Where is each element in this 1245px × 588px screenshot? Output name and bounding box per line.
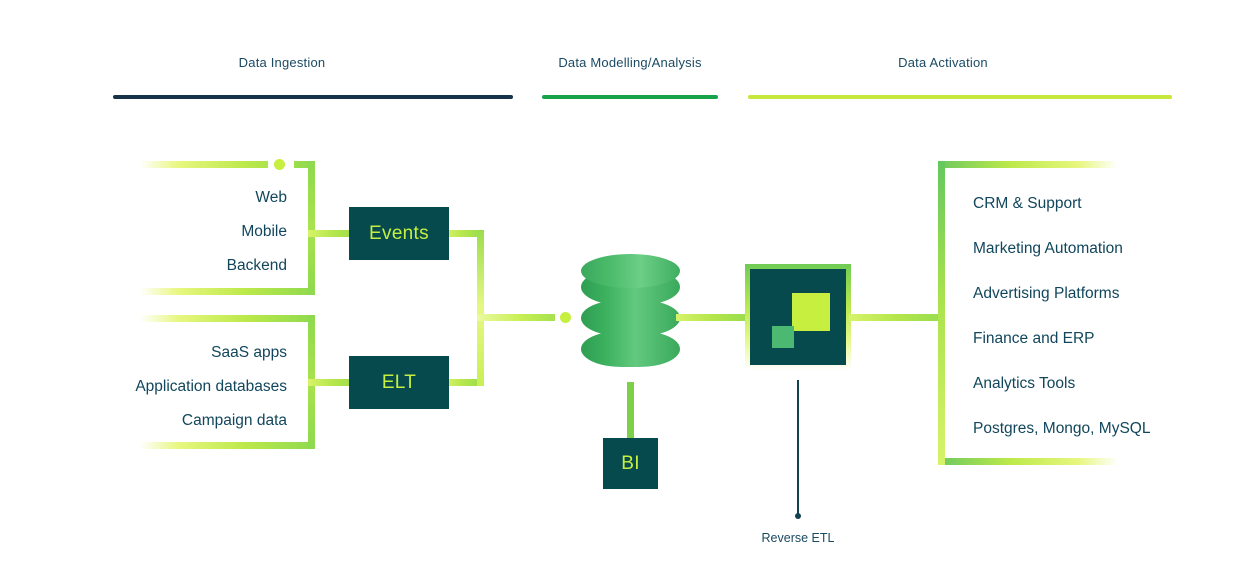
wire-ingestion-riser [477,230,484,386]
source-item-saas-apps: SaaS apps [211,344,287,361]
wire-reverse-etl-to-destinations [849,314,944,321]
process-box-bi[interactable]: BI [603,438,658,489]
process-box-events[interactable]: Events [349,207,449,260]
reverse-etl-callout-line [797,380,799,516]
wire-warehouse-to-reverse-etl [676,314,748,321]
source-item-backend: Backend [226,257,287,274]
source-list-group-a: Web Mobile Backend [60,181,287,283]
db-top-cap [581,254,680,288]
destination-item-postgres-mongo-mysql: Postgres, Mongo, MySQL [973,420,1151,437]
bracket-top-bar [140,315,315,322]
process-box-events-label: Events [369,222,429,244]
destination-item-analytics-tools: Analytics Tools [973,375,1076,392]
destination-item-crm-support: CRM & Support [973,195,1082,212]
source-item-campaign-data: Campaign data [181,412,287,429]
bracket-bottom-bar [938,458,1118,465]
section-label-data-activation: Data Activation [898,55,988,70]
warehouse-input-dot [560,312,571,323]
reverse-etl-callout-label: Reverse ETL [761,531,835,545]
section-rule-data-modelling [542,95,718,99]
destination-list: CRM & Support Marketing Automation Adver… [973,181,1223,451]
source-list-group-b: SaaS apps Application databases Campaign… [60,336,287,438]
wire-ingestion-to-warehouse [477,314,555,321]
diagram-canvas: Data Ingestion Data Modelling/Analysis D… [0,0,1245,588]
db-tier-middle [581,300,680,336]
wire-warehouse-to-bi [627,382,634,440]
source-item-web: Web [255,189,287,206]
reverse-etl-square-lime [792,293,830,331]
section-label-data-modelling: Data Modelling/Analysis [558,55,702,70]
destination-item-finance-and-erp: Finance and ERP [973,330,1095,347]
data-warehouse-icon [581,254,680,367]
process-box-elt-label: ELT [381,371,417,393]
reverse-etl-square-green [772,326,794,348]
bracket-bottom-bar [140,288,315,295]
process-box-bi-label: BI [621,452,640,474]
section-label-data-ingestion: Data Ingestion [238,55,326,70]
bracket-bottom-bar [140,442,315,449]
section-rule-data-activation [748,95,1172,99]
source-node-dot [274,159,285,170]
source-item-mobile: Mobile [241,223,287,240]
bracket-side-bar [308,161,315,295]
destination-item-marketing-automation: Marketing Automation [973,240,1123,257]
reverse-etl-icon[interactable] [745,264,851,370]
db-tier-bottom [581,331,680,367]
source-item-application-databases: Application databases [135,378,287,395]
bracket-top-bar [938,161,1118,168]
destination-item-advertising-platforms: Advertising Platforms [973,285,1120,302]
reverse-etl-callout-dot [795,513,801,519]
process-box-elt[interactable]: ELT [349,356,449,409]
bracket-side-bar [938,161,945,465]
section-rule-data-ingestion [113,95,513,99]
